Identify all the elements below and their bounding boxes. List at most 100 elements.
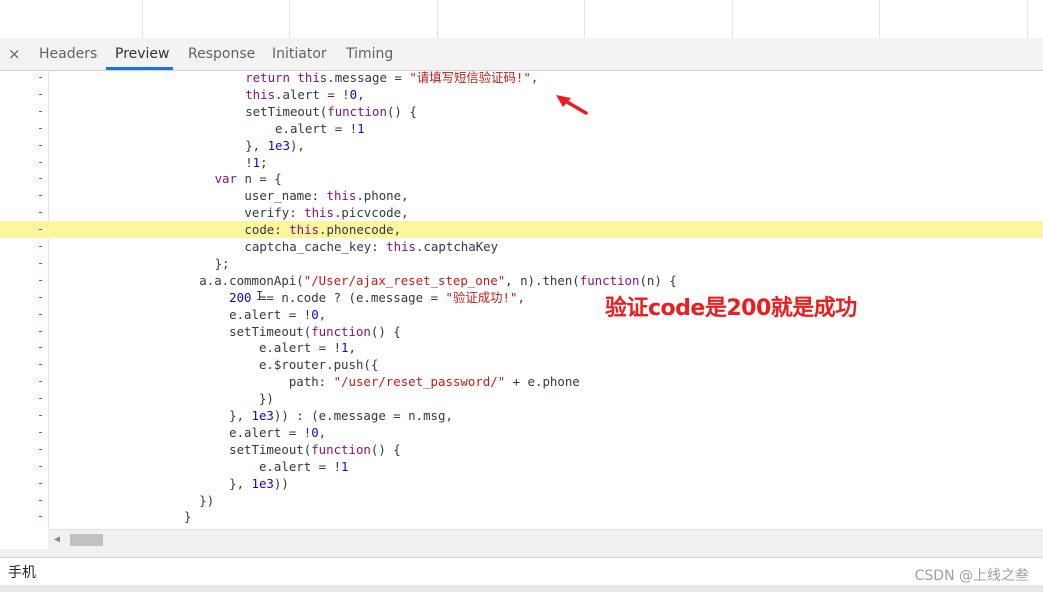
code-text: }, 1e3)) : (e.message = n.msg, (199, 407, 453, 424)
code-text: e.alert = !1 (199, 458, 349, 475)
code-token: setTimeout( (199, 441, 312, 457)
line-marker: - (37, 492, 45, 507)
code-token: , (530, 71, 539, 85)
code-token: e.alert = ! (199, 424, 312, 440)
code-line: - var n = { (0, 170, 1043, 187)
code-line: - captcha_cache_key: this.captchaKey (0, 238, 1043, 255)
code-token: 1 (252, 154, 261, 170)
tab-response[interactable]: Response (188, 46, 255, 62)
code-text: this.alert = !0, (245, 86, 364, 103)
code-token: .captchaKey (416, 239, 499, 254)
code-token: 1e3 (251, 408, 274, 423)
code-token: user_name: (214, 188, 327, 204)
code-token: () { (370, 323, 401, 339)
code-text: !1; (245, 154, 267, 171)
code-text: path: "/user/reset_password/" + e.phone (199, 373, 580, 390)
grid-column-divider (879, 0, 880, 38)
annotation-text: 验证code是200就是成功 (605, 296, 857, 321)
code-line: -}; (0, 255, 1043, 272)
code-token: 1 (341, 340, 349, 356)
code-token: verify: (214, 205, 305, 221)
code-token: 0 (311, 424, 319, 440)
code-line: -}, 1e3), (0, 137, 1043, 154)
scroll-left-icon[interactable]: ◀ (54, 534, 60, 545)
code-line: - path: "/user/reset_password/" + e.phon… (0, 373, 1043, 390)
code-token: this (289, 222, 320, 238)
grid-column-divider (289, 0, 290, 38)
line-marker: - (37, 205, 45, 220)
code-line: - e.$router.push({ (0, 356, 1043, 373)
horizontal-scrollbar[interactable]: ◀ (48, 529, 1043, 550)
code-token: }, (245, 137, 268, 153)
code-text: }, 1e3)) (199, 475, 289, 492)
scrollbar-thumb[interactable] (70, 534, 103, 546)
code-preview[interactable]: - return this.message = "请填写短信验证码!", - this… (0, 71, 1043, 529)
grid-column-divider (142, 0, 143, 38)
line-marker: - (37, 71, 45, 84)
code-token: path: (199, 374, 334, 390)
code-token: (n) { (639, 272, 677, 288)
search-input[interactable]: 手机 (8, 562, 36, 582)
code-token: this (245, 86, 276, 102)
code-token: 1 (341, 458, 349, 474)
code-token: 1 (357, 120, 365, 136)
code-text: var n = { (215, 170, 282, 187)
code-token: .picvcode, (333, 205, 409, 221)
line-marker: - (37, 441, 45, 456)
code-token: e.alert = ! (199, 340, 342, 356)
code-line: - return this.message = "请填写短信验证码!", (0, 71, 1043, 86)
line-marker: - (37, 391, 45, 406)
code-token: == n.code ? (e.message = (251, 289, 446, 305)
line-marker: - (37, 222, 45, 237)
code-line: - verify: this.picvcode, (0, 204, 1043, 221)
code-token: }) (199, 391, 274, 407)
tab-headers[interactable]: Headers (39, 46, 97, 62)
tab-preview[interactable]: Preview (115, 46, 170, 62)
code-text: }) (199, 492, 214, 509)
code-token: this (386, 239, 417, 254)
tab-timing[interactable]: Timing (346, 46, 393, 62)
code-token: e.alert = ! (245, 120, 358, 136)
text-cursor-icon: I (256, 289, 264, 303)
code-line: - user_name: this.phone, (0, 187, 1043, 204)
code-token: 0 (349, 86, 358, 102)
code-token: function (311, 323, 371, 339)
close-icon[interactable]: × (8, 45, 21, 63)
line-marker: - (37, 171, 45, 186)
code-token: ), (289, 137, 305, 153)
code-token: this (326, 188, 357, 204)
code-text: e.alert = !0, (199, 306, 326, 323)
code-token: ; (260, 154, 268, 170)
code-token: message = (334, 71, 410, 85)
code-text: code: this.phonecode, (215, 221, 401, 238)
code-token: return (245, 71, 298, 85)
line-marker: - (37, 424, 45, 439)
code-token: , n).then( (505, 272, 580, 288)
code-line: -} (0, 508, 1043, 525)
line-marker: - (37, 475, 45, 490)
code-text: e.alert = !1 (245, 120, 365, 137)
code-token: 1e3 (251, 475, 274, 491)
code-token: function (311, 441, 371, 457)
code-text: }; (215, 255, 230, 272)
code-text: setTimeout(function() { (245, 103, 417, 120)
code-token: .phone, (356, 188, 409, 204)
code-text: e.$router.push({ (199, 356, 378, 373)
code-token: "请填写短信验证码!" (409, 71, 531, 85)
line-marker: - (37, 137, 45, 152)
line-marker: - (37, 188, 45, 203)
tab-initiator[interactable]: Initiator (272, 46, 327, 62)
code-token: 1e3 (267, 137, 290, 153)
code-token: captcha_cache_key: (214, 239, 387, 254)
code-text: setTimeout(function() { (199, 441, 401, 458)
grid-column-divider (437, 0, 438, 38)
code-token: "验证成功!" (445, 289, 518, 305)
code-line: - e.alert = !1, (0, 339, 1043, 356)
code-token: a.a.commonApi( (199, 272, 304, 288)
line-marker: - (37, 272, 45, 287)
line-marker: - (37, 289, 45, 304)
code-token: , (348, 340, 356, 356)
line-marker: - (37, 374, 45, 389)
code-token: var (214, 171, 245, 187)
